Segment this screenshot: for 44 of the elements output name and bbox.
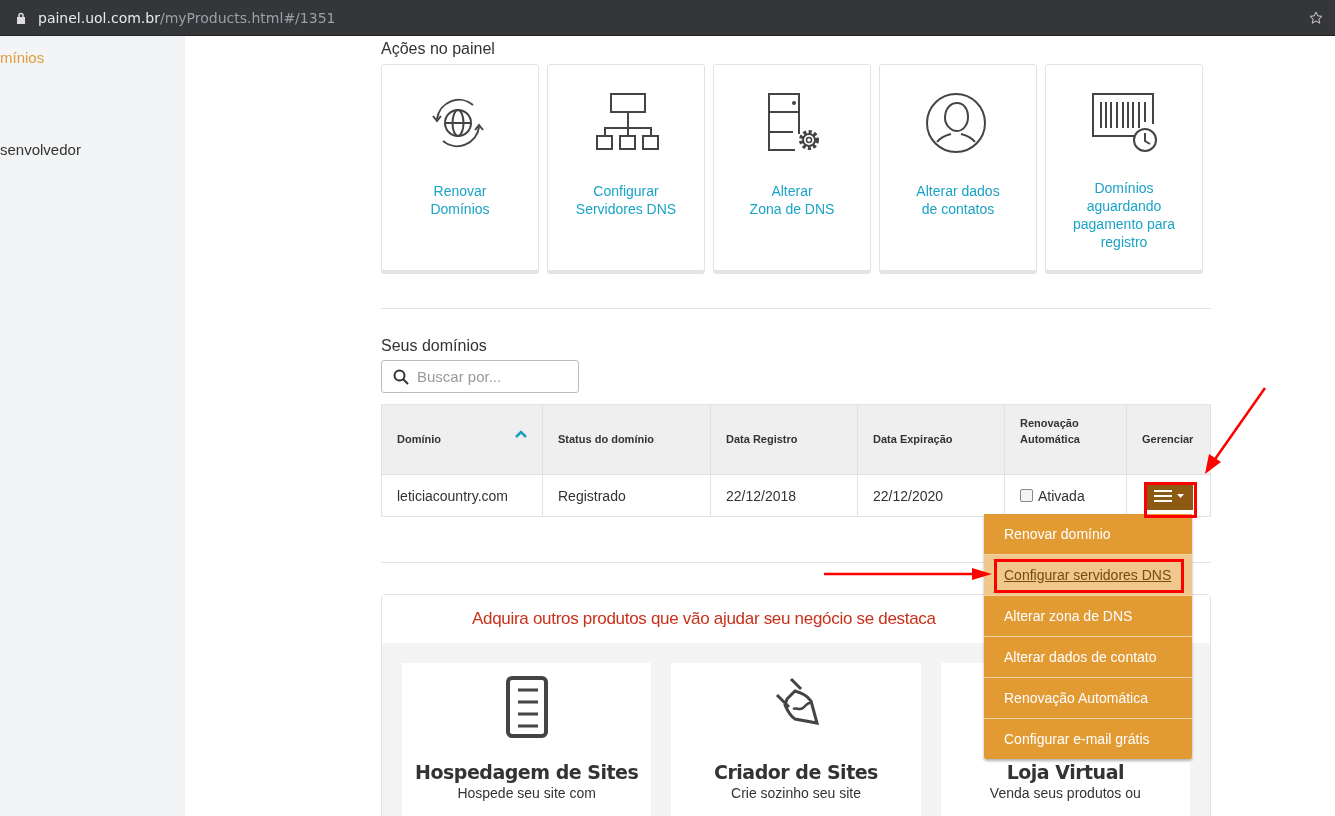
product-name: Hospedagem de Sites (415, 761, 639, 783)
product-card[interactable]: Criador de Sites Crie sozinho seu site (671, 663, 921, 816)
action-card[interactable]: Renovar Domínios (381, 64, 539, 271)
section-title: Seus domínios (381, 337, 488, 356)
card-label: Renovar Domínios (430, 182, 490, 218)
table-cell: Registrado (542, 474, 711, 517)
column-header[interactable]: Domínio (381, 404, 543, 475)
checkbox-label: Ativada (1038, 487, 1085, 504)
checkbox[interactable] (1020, 489, 1033, 502)
star-icon (1309, 10, 1323, 25)
card-label: Alterar Zona de DNS (749, 182, 835, 218)
column-header: Status do domínio (542, 404, 711, 475)
highlight-box (1144, 482, 1197, 518)
url-text[interactable]: painel.uol.com.br/myProducts.html#/1351 (38, 9, 1309, 26)
action-card[interactable]: Domínios aguardando pagamento para registro (1045, 64, 1203, 271)
product-description: Venda seus produtos ou (989, 785, 1141, 801)
card-label: Domínios aguardando pagamento para registro (1073, 179, 1175, 251)
sidebar-item[interactable]: mínios (0, 49, 185, 141)
action-card[interactable]: Alterar dados de contatos (879, 64, 1037, 271)
caret-icon (1177, 493, 1184, 498)
card-label: Alterar dados de contatos (916, 182, 1000, 218)
column-header: Renovação Automática (1004, 404, 1127, 475)
table-cell: 22/12/2018 (710, 474, 858, 517)
lock-icon (16, 11, 26, 24)
product-description: Hospede seu site com (457, 785, 596, 801)
product-card[interactable]: Hospedagem de Sites Hospede seu site com (402, 663, 652, 816)
document-icon (503, 675, 550, 739)
product-name: Loja Virtual (1006, 761, 1124, 783)
search-icon (393, 369, 409, 385)
menu-item[interactable]: Configurar e-mail grátis (984, 719, 1192, 759)
menu-icon (1154, 488, 1172, 503)
action-card[interactable]: Alterar Zona de DNS (713, 64, 871, 271)
product-description: Crie sozinho seu site (731, 785, 861, 801)
column-header: Data Expiração (857, 404, 1005, 475)
section-title: Ações no painel (381, 40, 496, 59)
barcode-clock-icon (1091, 92, 1157, 154)
sidebar-item[interactable]: senvolvedor (0, 141, 185, 233)
search-field[interactable]: Buscar por... (381, 360, 579, 393)
table-cell: leticiacountry.com (381, 474, 543, 517)
card-label: Configurar Servidores DNS (575, 182, 677, 218)
address-bar[interactable]: painel.uol.com.br/myProducts.html#/1351 (0, 0, 1335, 36)
column-header: Data Registro (710, 404, 858, 475)
action-card[interactable]: Configurar Servidores DNS (547, 64, 705, 271)
product-name: Criador de Sites (714, 761, 878, 783)
